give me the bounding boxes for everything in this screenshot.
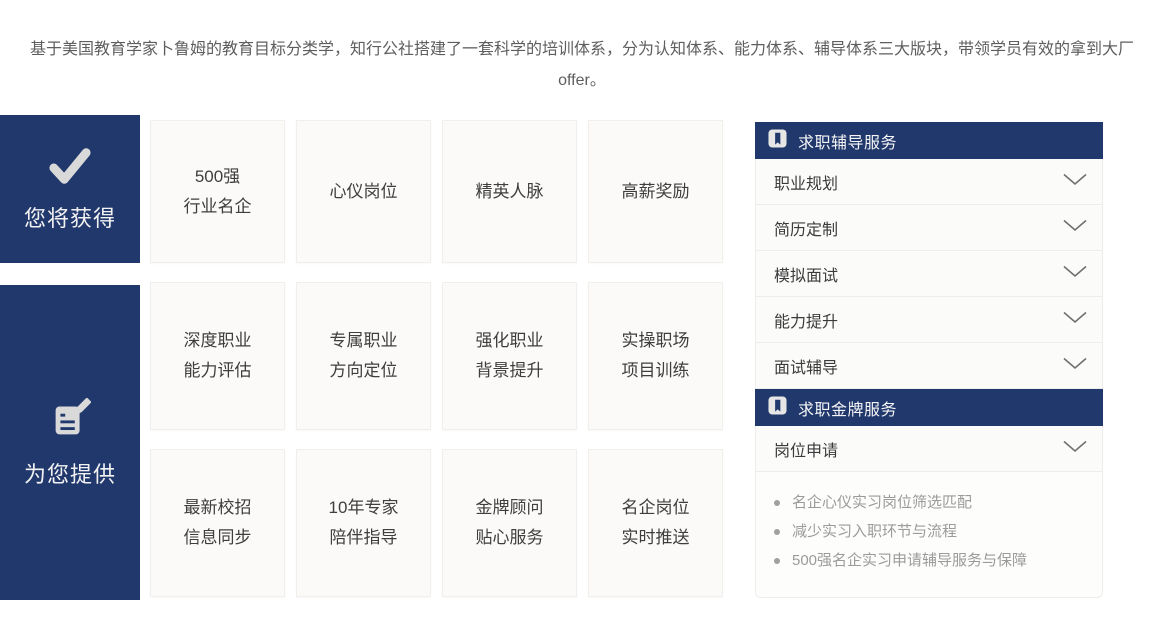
chevron-down-icon (1062, 440, 1088, 458)
accordion-item-interview-coaching[interactable]: 面试辅导 (755, 343, 1103, 389)
benefit-card: 强化职业背景提升 (442, 282, 577, 430)
gold-panel-bullet-list: 名企心仪实习岗位筛选匹配 减少实习入职环节与流程 500强名企实习申请辅导服务与… (755, 472, 1103, 598)
gain-block-label: 您将获得 (24, 201, 116, 233)
provide-block: 为您提供 (0, 285, 140, 600)
services-panel: 求职辅导服务 职业规划 简历定制 模拟面试 能力提升 (755, 122, 1103, 598)
benefit-card: 10年专家陪伴指导 (296, 449, 431, 597)
benefit-card: 专属职业方向定位 (296, 282, 431, 430)
accordion-item-job-application[interactable]: 岗位申请 (755, 426, 1103, 472)
benefit-card: 最新校招信息同步 (150, 449, 285, 597)
intro-block: 基于美国教育学家卜鲁姆的教育目标分类学，知行公社搭建了一套科学的培训体系，分为认… (0, 34, 1164, 96)
gain-block: 您将获得 (0, 115, 140, 263)
coach-panel-header: 求职辅导服务 (755, 122, 1103, 159)
benefit-card: 精英人脉 (442, 120, 577, 263)
accordion-item-career-planning[interactable]: 职业规划 (755, 159, 1103, 205)
benefit-card: 高薪奖励 (588, 120, 723, 263)
benefit-card: 实操职场项目训练 (588, 282, 723, 430)
gold-panel-header: 求职金牌服务 (755, 389, 1103, 426)
benefit-card: 心仪岗位 (296, 120, 431, 263)
provide-block-label: 为您提供 (24, 457, 116, 489)
chevron-down-icon (1062, 357, 1088, 375)
benefit-cards-grid: 500强行业名企 心仪岗位 精英人脉 高薪奖励 深度职业能力评估 专属职业方向定… (150, 120, 723, 597)
accordion-item-skill-improvement[interactable]: 能力提升 (755, 297, 1103, 343)
bullet-dot-icon (774, 529, 780, 535)
chevron-down-icon (1062, 265, 1088, 283)
list-item: 500强名企实习申请辅导服务与保障 (756, 546, 1102, 575)
gold-panel-title: 求职金牌服务 (798, 396, 897, 420)
bullet-dot-icon (774, 558, 780, 564)
benefit-card: 500强行业名企 (150, 120, 285, 263)
list-item: 减少实习入职环节与流程 (756, 517, 1102, 546)
benefit-card: 名企岗位实时推送 (588, 449, 723, 597)
benefit-card: 深度职业能力评估 (150, 282, 285, 430)
book-bookmark-icon (768, 396, 787, 420)
coach-panel-title: 求职辅导服务 (798, 129, 897, 153)
book-bookmark-icon (768, 129, 787, 153)
intro-text: 基于美国教育学家卜鲁姆的教育目标分类学，知行公社搭建了一套科学的培训体系，分为认… (12, 34, 1152, 96)
benefit-card: 金牌顾问贴心服务 (442, 449, 577, 597)
note-edit-icon (47, 396, 93, 447)
chevron-down-icon (1062, 219, 1088, 237)
bullet-dot-icon (774, 500, 780, 506)
list-item: 名企心仪实习岗位筛选匹配 (756, 488, 1102, 517)
training-system-section: 基于美国教育学家卜鲁姆的教育目标分类学，知行公社搭建了一套科学的培训体系，分为认… (0, 0, 1164, 624)
chevron-down-icon (1062, 311, 1088, 329)
chevron-down-icon (1062, 173, 1088, 191)
check-icon (47, 146, 93, 191)
accordion-item-mock-interview[interactable]: 模拟面试 (755, 251, 1103, 297)
accordion-item-resume-customization[interactable]: 简历定制 (755, 205, 1103, 251)
